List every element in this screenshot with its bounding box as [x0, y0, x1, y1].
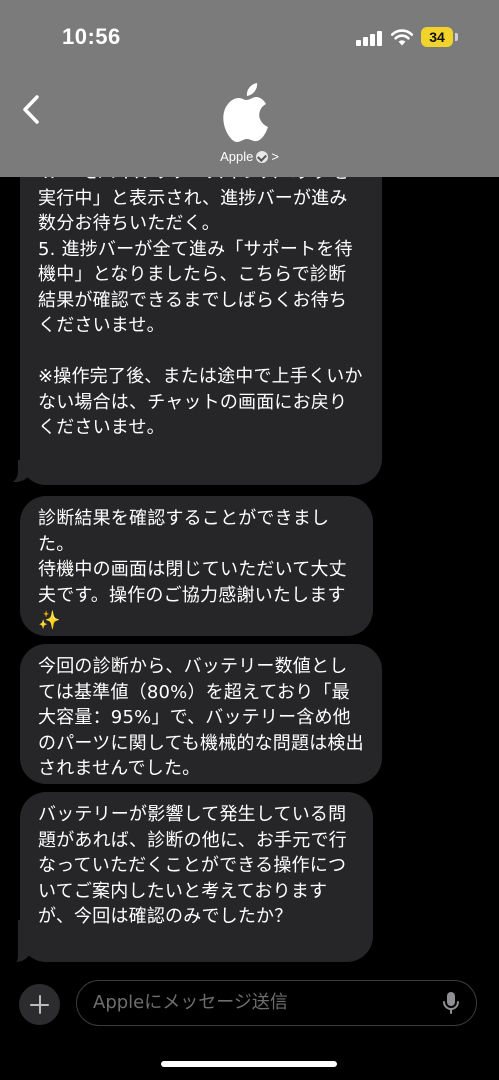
message-bubble-3[interactable]: 今回の診断から、バッテリー数値としては基準値（80%）を超えており「最大容量：9…	[20, 644, 382, 784]
wifi-icon	[390, 29, 414, 46]
signal-icon	[356, 30, 384, 46]
conversation-header: 10:56 34 Apple >	[0, 0, 499, 177]
bubble-tail-mask	[0, 916, 18, 968]
contact-name: Apple	[220, 149, 254, 164]
messages-screen: 4. 「モバイルリソースインスペクタを実行中」と表示され、進捗バーが進み数分お待…	[0, 0, 499, 1080]
contact-name-row[interactable]: Apple >	[0, 149, 499, 164]
message-bubble-1[interactable]: 4. 「モバイルリソースインスペクタを実行中」と表示され、進捗バーが進み数分お待…	[20, 160, 382, 485]
microphone-icon[interactable]	[442, 991, 460, 1015]
home-indicator[interactable]	[161, 1061, 337, 1067]
chevron-right-icon: >	[271, 149, 279, 164]
message-bubble-2[interactable]: 診断結果を確認することができました。 待機中の画面は閉じていただいて大丈夫です。…	[20, 496, 373, 636]
plus-icon[interactable]	[19, 984, 60, 1025]
battery-indicator: 34	[421, 27, 453, 47]
message-thread[interactable]: 4. 「モバイルリソースインスペクタを実行中」と表示され、進捗バーが進み数分お待…	[0, 160, 499, 975]
message-input[interactable]	[93, 981, 423, 1024]
back-chevron-icon[interactable]	[12, 90, 52, 130]
battery-nub	[455, 33, 458, 41]
status-time: 10:56	[62, 24, 121, 49]
apple-logo-icon[interactable]	[220, 82, 272, 144]
message-bubble-4[interactable]: バッテリーが影響して発生している問題があれば、診断の他に、お手元で行なっていただ…	[20, 792, 373, 962]
verified-badge-icon	[256, 151, 269, 163]
message-input-container[interactable]	[76, 980, 477, 1026]
